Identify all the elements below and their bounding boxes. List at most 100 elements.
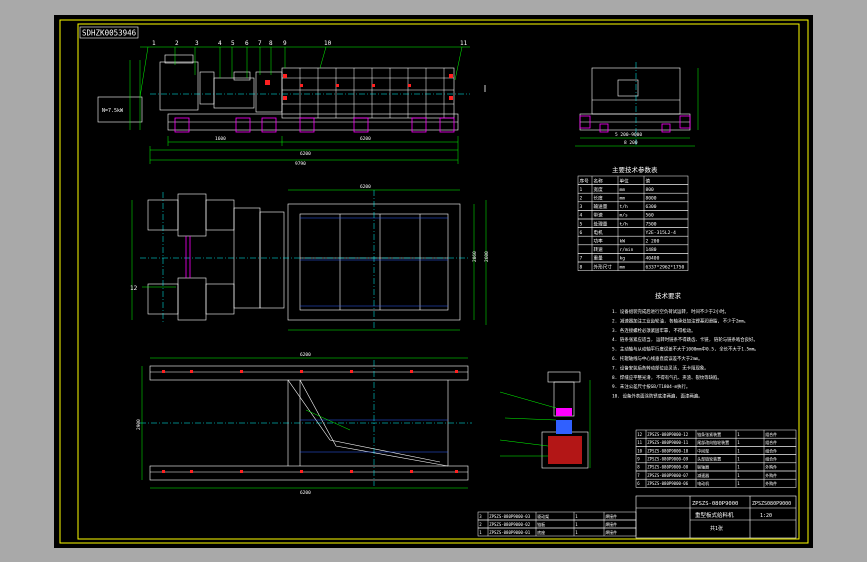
bom-cell: 尾部改向链轮装置 <box>697 439 729 445</box>
title-name: 重型板式给料机 <box>695 511 734 519</box>
params-cell: 1480 <box>646 247 657 253</box>
bom-cell: ZPSZS-080P9000-09 <box>647 457 689 462</box>
bom-cell: 12 <box>637 432 642 437</box>
params-cell: 7 <box>580 256 583 262</box>
params-cell: 6300 <box>646 204 657 210</box>
params-cell: 处理量 <box>594 220 608 227</box>
svg-text:6200: 6200 <box>360 136 371 142</box>
bom-cell: ZPSZS-080P9000-08 <box>647 465 689 470</box>
svg-text:6200: 6200 <box>300 352 311 358</box>
params-cell: r/min <box>620 247 634 253</box>
bom-bottom-cell: 驱动架 <box>537 513 549 519</box>
bom-bottom-cell: 焊接件 <box>605 513 617 519</box>
params-cell: 7500 <box>646 221 657 227</box>
svg-text:9790: 9790 <box>295 161 306 167</box>
params-cell: 6 <box>580 230 583 236</box>
params-cell: 40400 <box>646 256 660 262</box>
tech-item: 7. 设备安装后各转动部位应灵活, 无卡阻现象。 <box>612 364 709 371</box>
svg-text:6200: 6200 <box>300 151 311 157</box>
params-title: 主要技术参数表 <box>612 165 658 174</box>
bom-cell: ZPSZS-080P9000-11 <box>647 440 689 445</box>
bom-bottom-cell: 焊接件 <box>605 529 617 535</box>
params-cell: 4 <box>580 213 583 219</box>
part-number: 5 <box>231 40 235 47</box>
svg-text:8 200: 8 200 <box>624 140 638 146</box>
bom-bottom-cell: ZPSZS-080P9000-01 <box>489 530 531 535</box>
tech-item: 3. 各连接螺栓必须紧固牢靠, 不得松动。 <box>612 327 695 334</box>
svg-text:2900: 2900 <box>136 419 142 430</box>
tech-item: 4. 链条张紧应适当, 运转时链条不得跳齿、卡链, 链轮与链条啮合良好。 <box>612 336 758 343</box>
bom-cell: 中间架 <box>697 447 709 453</box>
bom-cell: ZPSZS-080P9000-06 <box>647 481 689 486</box>
params-cell: kW <box>620 239 626 245</box>
bom-cell: 组合件 <box>765 456 777 462</box>
code-stamp: SDHZK0053946 <box>82 29 137 38</box>
motor-label: N=7.5kW <box>102 108 124 114</box>
params-cell: t/h <box>620 204 629 210</box>
params-cell: 5 <box>580 221 583 227</box>
part-number: 1 <box>152 40 156 47</box>
params-cell: 转速 <box>594 246 604 253</box>
params-cell: mm <box>620 197 626 202</box>
params-cell: 3 <box>580 204 583 210</box>
params-cell: 2 <box>580 196 583 202</box>
cad-drawing-sheet: SDHZK0053946 1 2 3 4 5 6 7 8 9 10 11 N=7… <box>54 15 813 548</box>
part-number: 9 <box>283 40 287 47</box>
detail-insert <box>556 420 572 434</box>
part-number: 11 <box>460 40 468 47</box>
bom-bottom-cell: ZPSZS-080P9000-03 <box>489 514 531 519</box>
tech-item: 5. 主动轴与从动轴平行度误差不大于1000mm中0.5, 全长不大于1.5mm… <box>612 346 759 353</box>
tech-item: 2. 减速器加注工业齿轮油, 各轴承处加注锂基润滑脂, 不少于2mm。 <box>612 317 748 324</box>
bom-cell: 联轴器 <box>697 464 709 470</box>
bom-bottom-cell: ZPSZS-080P9000-02 <box>489 522 531 527</box>
params-cell: 外形尺寸 <box>594 263 613 270</box>
params-cell: 功率 <box>594 238 604 245</box>
params-cell: t/h <box>620 221 629 227</box>
bom-cell: 组合件 <box>765 439 777 445</box>
bom-cell: 外购件 <box>765 464 777 470</box>
bom-cell: 电动机 <box>697 480 709 486</box>
params-cell: 长度 <box>594 195 604 202</box>
bom-cell: 组合件 <box>765 447 777 453</box>
title-drawing-no: ZPSZS080P9000 <box>752 501 791 507</box>
part-number: 7 <box>258 40 262 47</box>
bom-cell: 头部链轮装置 <box>697 456 721 462</box>
title-scale: 1:20 <box>760 513 772 519</box>
tech-item: 10. 设备外表面涂防锈底漆两遍, 面漆两遍。 <box>612 393 703 400</box>
params-cell: 6337*2962*1750 <box>646 264 685 270</box>
bom-cell: 减速器 <box>697 472 709 478</box>
detail-foundation <box>548 436 582 464</box>
bom-bottom-cell: 底座 <box>537 529 545 535</box>
title-sheet: 共1张 <box>710 525 723 532</box>
bom-cell: 11 <box>637 440 642 445</box>
bom-bottom-cell: 焊接件 <box>605 521 617 527</box>
params-cell: kg <box>620 256 626 262</box>
svg-text:2600: 2600 <box>484 251 490 262</box>
params-cell: mm <box>620 188 626 193</box>
tech-title: 技术要求 <box>655 291 682 300</box>
bom-cell: 10 <box>637 448 642 453</box>
params-cell: 名称 <box>594 177 604 184</box>
tech-item: 1. 设备组装完成后进行空负荷试运转, 时间不少于2小时。 <box>612 308 729 315</box>
bom-cell: 链条张紧装置 <box>697 431 721 437</box>
params-cell: m/s <box>620 213 629 219</box>
tech-item: 9. 未注公差尺寸按GB/T1804-m执行。 <box>612 383 690 390</box>
params-cell: Y2E-315L2-4 <box>646 230 677 236</box>
params-cell: 重量 <box>594 255 604 262</box>
part-number: 4 <box>218 40 222 47</box>
detail-roller <box>556 408 572 416</box>
bom-bottom-cell: 链板 <box>537 521 545 527</box>
svg-text:5 200-9000: 5 200-9000 <box>615 132 642 138</box>
svg-text:1600: 1600 <box>215 136 226 142</box>
bom-cell: 组合件 <box>765 431 777 437</box>
part-number: 3 <box>195 40 199 47</box>
params-cell: 8 <box>580 264 583 270</box>
params-cell: 2 200 <box>646 239 660 245</box>
params-cell: 宽度 <box>594 186 604 193</box>
svg-text:6200: 6200 <box>300 490 311 496</box>
params-cell: 800 <box>646 187 655 193</box>
params-cell: 单位 <box>620 177 630 184</box>
part-number: 6 <box>245 40 249 47</box>
bom-cell: ZPSZS-080P9000-07 <box>647 473 689 478</box>
svg-text:6200: 6200 <box>360 184 371 190</box>
